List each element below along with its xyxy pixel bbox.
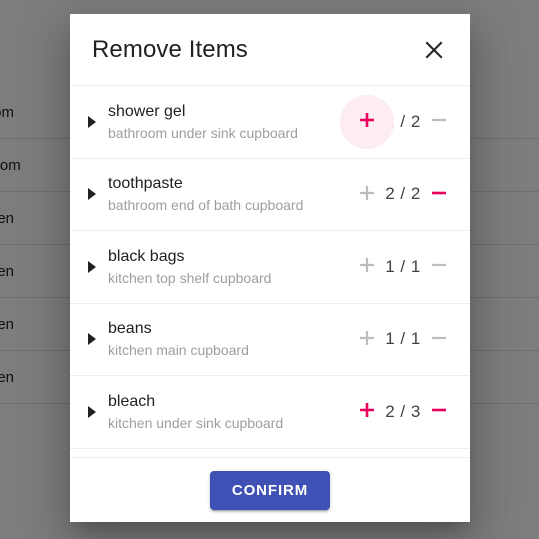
decrement-button[interactable] [426,109,452,135]
item-controls: 2 / 2 [354,181,452,207]
close-button[interactable] [418,34,450,66]
plus-icon [357,255,377,278]
item-name: shower gel [108,102,186,120]
dialog-footer: CONFIRM [70,457,470,522]
item-controls: 2 / 3 [354,399,452,425]
item-location: kitchen top shelf cupboard [108,269,272,286]
minus-icon [429,255,449,278]
expand-arrow-icon[interactable] [84,333,100,346]
item-controls: 1 / 1 [354,326,452,352]
item-location: bathroom end of bath cupboard [108,197,304,214]
remove-items-dialog: Remove Items shower gel bathroom under s… [70,14,470,522]
plus-icon [357,328,377,351]
dialog-title: Remove Items [92,35,248,63]
item-text-block: shower gel bathroom under sink cupboard [100,101,350,143]
item-count: 2 / 2 [385,184,421,204]
minus-icon [429,328,449,351]
decrement-button[interactable] [426,326,452,352]
close-icon [423,39,445,61]
item-text-block: beans kitchen main cupboard [100,318,350,360]
item-controls: 1 / 1 [354,254,452,280]
list-item[interactable]: beans kitchen main cupboard 1 / 1 [70,304,470,376]
list-item[interactable]: black bags kitchen top shelf cupboard 1 … [70,231,470,304]
decrement-button[interactable] [426,181,452,207]
decrement-button[interactable] [426,399,452,425]
confirm-button[interactable]: CONFIRM [209,470,331,510]
item-name: bleach [108,392,156,410]
item-name: beans [108,320,152,338]
item-location: kitchen under sink cupboard [108,414,284,431]
minus-icon [429,110,449,133]
item-controls: 1 / 2 [354,109,452,135]
list-item[interactable]: toothpaste bathroom end of bath cupboard… [70,159,470,231]
app-root: Room throom itchen itchen itchen itchen … [0,0,539,539]
expand-arrow-icon[interactable] [84,405,100,418]
decrement-button[interactable] [426,254,452,280]
list-item[interactable]: bleach kitchen under sink cupboard 2 / 3 [70,376,470,449]
item-location: kitchen main cupboard [108,342,249,359]
item-name: toothpaste [108,175,183,193]
increment-button[interactable] [354,399,380,425]
plus-icon [357,183,377,206]
increment-button[interactable] [354,109,380,135]
expand-arrow-icon[interactable] [84,115,100,128]
expand-arrow-icon[interactable] [84,188,100,201]
item-count: 2 / 3 [385,401,421,421]
item-count: 1 / 1 [385,256,421,276]
minus-icon [429,183,449,206]
item-location: bathroom under sink cupboard [108,124,298,141]
plus-icon [357,110,377,133]
dialog-header: Remove Items [70,14,470,86]
item-text-block: toothpaste bathroom end of bath cupboard [100,173,350,215]
item-name: black bags [108,247,185,265]
item-text-block: bleach kitchen under sink cupboard [100,391,350,433]
list-item[interactable]: shower gel bathroom under sink cupboard … [70,86,470,159]
minus-icon [429,400,449,423]
increment-button[interactable] [354,326,380,352]
expand-arrow-icon[interactable] [84,260,100,273]
plus-icon [357,400,377,423]
item-count: 1 / 1 [385,329,421,349]
item-list: shower gel bathroom under sink cupboard … [70,86,470,457]
increment-button[interactable] [354,254,380,280]
item-text-block: black bags kitchen top shelf cupboard [100,246,350,288]
increment-button[interactable] [354,181,380,207]
